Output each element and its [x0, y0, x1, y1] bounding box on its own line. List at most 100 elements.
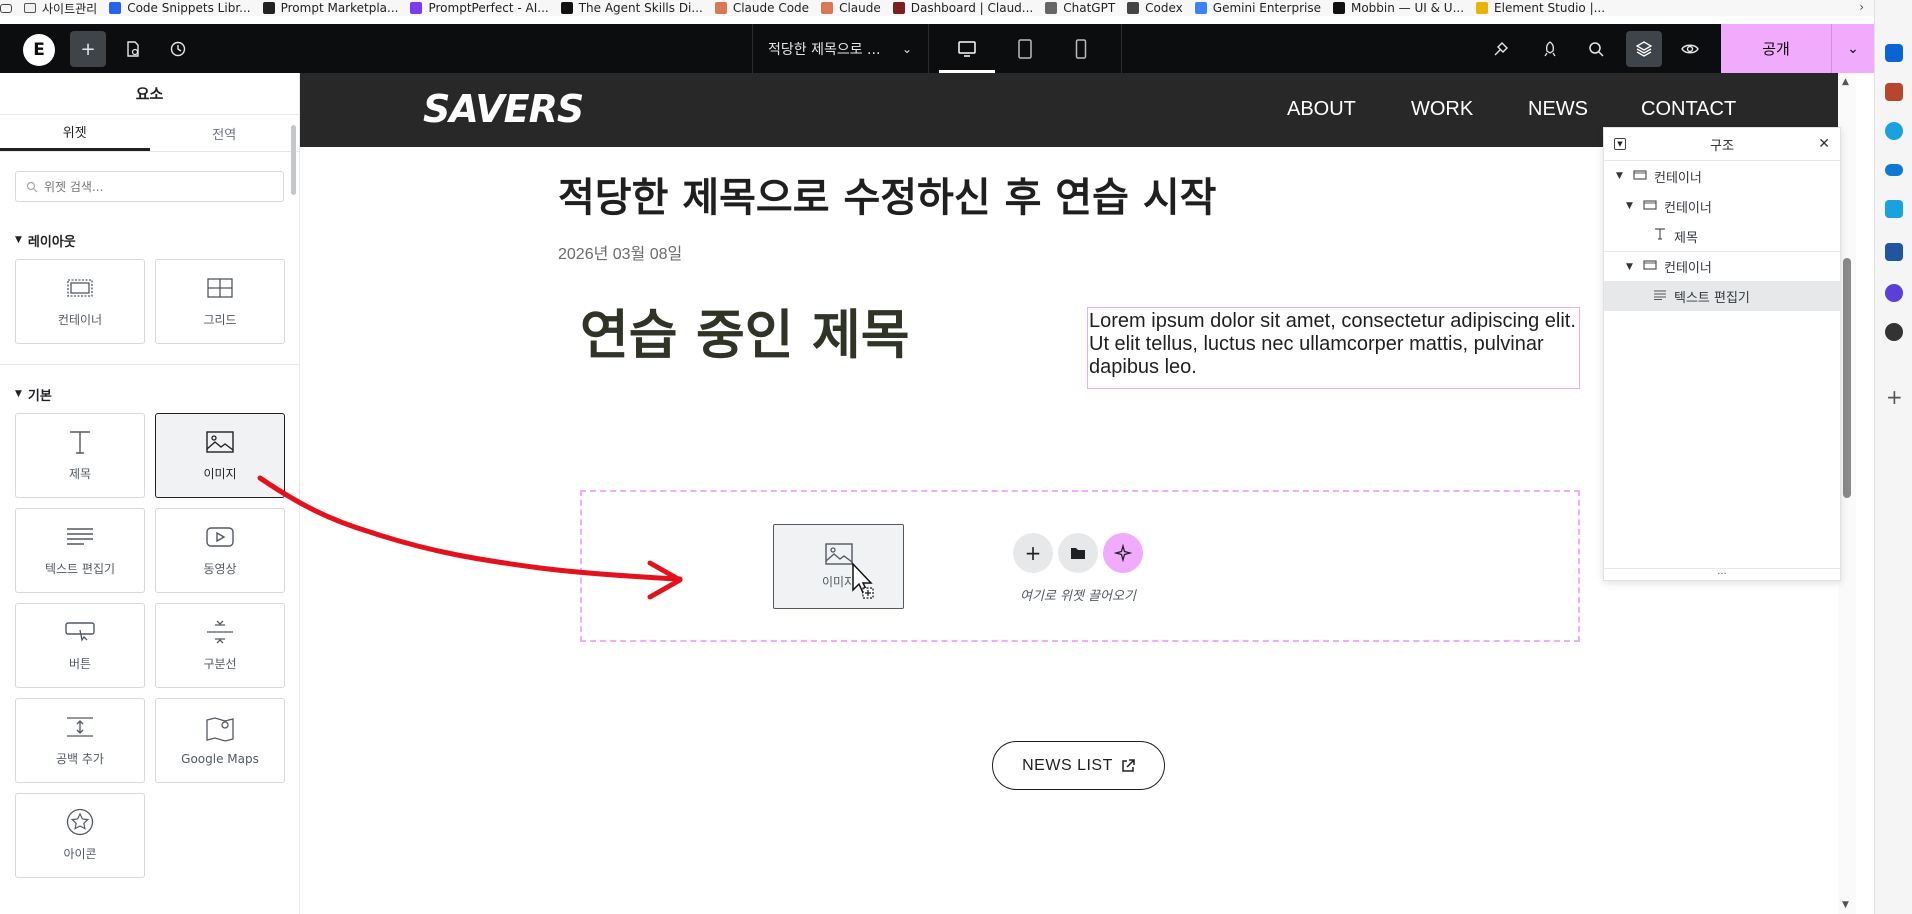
- widget-video[interactable]: 동영상: [155, 508, 285, 593]
- caret-down-icon[interactable]: ▼: [1626, 201, 1636, 211]
- edge-icon[interactable]: [1885, 122, 1903, 140]
- bookmark-label: PromptPerfect - AI...: [428, 1, 549, 15]
- bookmark-item[interactable]: 사이트관리: [24, 0, 109, 16]
- template-folder-button[interactable]: [1058, 533, 1098, 573]
- bookmark-item[interactable]: The Agent Skills Di...: [560, 0, 715, 16]
- structure-header[interactable]: ▼ 구조 ✕: [1604, 128, 1840, 161]
- add-section-plus-button[interactable]: +: [1013, 533, 1053, 573]
- mobile-view-button[interactable]: [1053, 24, 1109, 73]
- tab-global[interactable]: 전역: [150, 115, 300, 151]
- news-list-button[interactable]: NEWS LIST: [992, 741, 1165, 790]
- bookmark-item[interactable]: Code Snippets Libr...: [109, 0, 262, 16]
- bookmark-label: The Agent Skills Di...: [578, 1, 703, 15]
- widget-grid[interactable]: 그리드: [155, 259, 285, 344]
- history-icon[interactable]: [160, 31, 196, 67]
- collapse-all-icon[interactable]: ▼: [1614, 138, 1626, 150]
- tab-widgets[interactable]: 위젯: [0, 115, 150, 151]
- widget-google-maps[interactable]: Google Maps: [155, 698, 285, 783]
- canvas-scrollbar-thumb[interactable]: [1843, 258, 1851, 498]
- category-layout-header[interactable]: ▼ 레이아웃: [0, 229, 299, 251]
- bookmark-item[interactable]: Gemini Enterprise: [1194, 0, 1333, 16]
- bookmark-label: ChatGPT: [1063, 1, 1116, 15]
- integration-icon[interactable]: [1885, 284, 1903, 302]
- bookmark-item[interactable]: PromptPerfect - AI...: [410, 0, 560, 16]
- widget-icon[interactable]: 아이콘: [15, 793, 145, 878]
- copilot-icon[interactable]: [1885, 200, 1903, 218]
- bookmark-label: 사이트관리: [42, 1, 98, 16]
- nav-news[interactable]: NEWS: [1528, 98, 1588, 121]
- post-title[interactable]: 적당한 제목으로 수정하신 후 연습 시작: [558, 165, 1216, 223]
- bookmark-label: Claude: [839, 1, 881, 15]
- search-icon[interactable]: [1578, 31, 1614, 67]
- bookmark-item[interactable]: Mobbin — UI & U...: [1332, 0, 1476, 16]
- publish-options-chevron-icon[interactable]: ⌄: [1831, 24, 1874, 73]
- ai-sparkle-button[interactable]: [1103, 533, 1143, 573]
- add-element-button[interactable]: +: [70, 31, 106, 67]
- folder-icon: [1071, 548, 1085, 559]
- widget-image[interactable]: 이미지: [155, 413, 285, 498]
- widget-container[interactable]: 컨테이너: [15, 259, 145, 344]
- bookmark-item[interactable]: Claude Code: [714, 0, 821, 16]
- bookmark-item[interactable]: Prompt Marketpla...: [262, 0, 411, 16]
- resize-handle-icon[interactable]: ···: [1604, 568, 1840, 580]
- close-icon[interactable]: ✕: [1818, 136, 1830, 152]
- panel-title: 요소: [0, 73, 299, 115]
- nav-about[interactable]: ABOUT: [1287, 98, 1356, 121]
- app-icon[interactable]: [1885, 243, 1903, 261]
- heading-icon: [1653, 228, 1667, 244]
- widget-text-editor[interactable]: 텍스트 편집기: [15, 508, 145, 593]
- gemini-icon: [1194, 2, 1207, 14]
- caret-down-icon[interactable]: ▼: [1616, 171, 1626, 181]
- widget-search-input[interactable]: [44, 179, 274, 194]
- bookmark-item[interactable]: Dashboard | Claud...: [892, 0, 1046, 16]
- site-settings-icon[interactable]: [1483, 31, 1519, 67]
- widget-search-box[interactable]: [15, 171, 284, 202]
- chatgpt-icon[interactable]: [1885, 323, 1903, 341]
- document-title-dropdown[interactable]: 적당한 제목으로 ... ⌄: [752, 24, 928, 73]
- structure-item[interactable]: ▼ 컨테이너: [1604, 191, 1840, 221]
- tablet-view-button[interactable]: [997, 24, 1053, 73]
- structure-item[interactable]: ▼ 컨테이너: [1604, 161, 1840, 191]
- bookmark-item[interactable]: Element Studio |...: [1476, 0, 1617, 16]
- add-sidebar-app-icon[interactable]: +: [1886, 385, 1903, 409]
- elementor-logo-icon[interactable]: E: [23, 34, 55, 66]
- panel-scrollbar[interactable]: [291, 125, 296, 195]
- chatgpt-icon: [1045, 2, 1058, 14]
- page-settings-icon[interactable]: [115, 31, 151, 67]
- category-basic-header[interactable]: ▼ 기본: [0, 383, 299, 405]
- bookmark-item[interactable]: Codex: [1127, 0, 1195, 16]
- text-editor-widget[interactable]: Lorem ipsum dolor sit amet, consectetur …: [1087, 307, 1580, 389]
- onedrive-icon[interactable]: [1885, 164, 1903, 176]
- bookmark-item[interactable]: Claude: [821, 0, 893, 16]
- outlook-icon[interactable]: [1885, 44, 1903, 62]
- widget-label: 그리드: [203, 313, 237, 327]
- structure-item[interactable]: 텍스트 편집기: [1604, 281, 1840, 311]
- tab-actions-icon[interactable]: [0, 0, 24, 16]
- widget-heading[interactable]: 제목: [15, 413, 145, 498]
- bookmark-label: Dashboard | Claud...: [910, 1, 1034, 15]
- structure-item[interactable]: ▼ 컨테이너: [1604, 251, 1840, 281]
- preview-eye-icon[interactable]: [1672, 31, 1708, 67]
- practice-heading[interactable]: 연습 중인 제목: [580, 293, 909, 369]
- desktop-view-button[interactable]: [939, 24, 995, 73]
- structure-item[interactable]: 제목: [1604, 221, 1840, 251]
- caret-down-icon[interactable]: ▼: [1626, 262, 1636, 272]
- widget-button[interactable]: 버튼: [15, 603, 145, 688]
- search-icon: [26, 181, 38, 192]
- ai-rocket-icon[interactable]: [1532, 31, 1568, 67]
- widget-divider[interactable]: 구분선: [155, 603, 285, 688]
- category-label: 기본: [27, 388, 52, 404]
- scroll-up-arrow-icon[interactable]: ▲: [1842, 77, 1849, 87]
- site-logo[interactable]: SAVERS: [423, 87, 584, 131]
- nav-work[interactable]: WORK: [1411, 98, 1473, 121]
- onenote-icon[interactable]: [1885, 83, 1903, 101]
- nav-contact[interactable]: CONTACT: [1641, 98, 1736, 121]
- publish-button[interactable]: 공개: [1721, 24, 1831, 73]
- structure-layers-icon[interactable]: [1626, 31, 1662, 67]
- scroll-down-arrow-icon[interactable]: ▼: [1842, 900, 1849, 910]
- dragged-image-widget[interactable]: 이미지: [773, 524, 904, 609]
- widget-spacer[interactable]: 공백 추가: [15, 698, 145, 783]
- bookmarks-overflow-chevron-icon[interactable]: ›: [1859, 0, 1864, 14]
- bookmark-item[interactable]: ChatGPT: [1045, 0, 1127, 16]
- bookmark-label: Mobbin — UI & U...: [1350, 1, 1465, 15]
